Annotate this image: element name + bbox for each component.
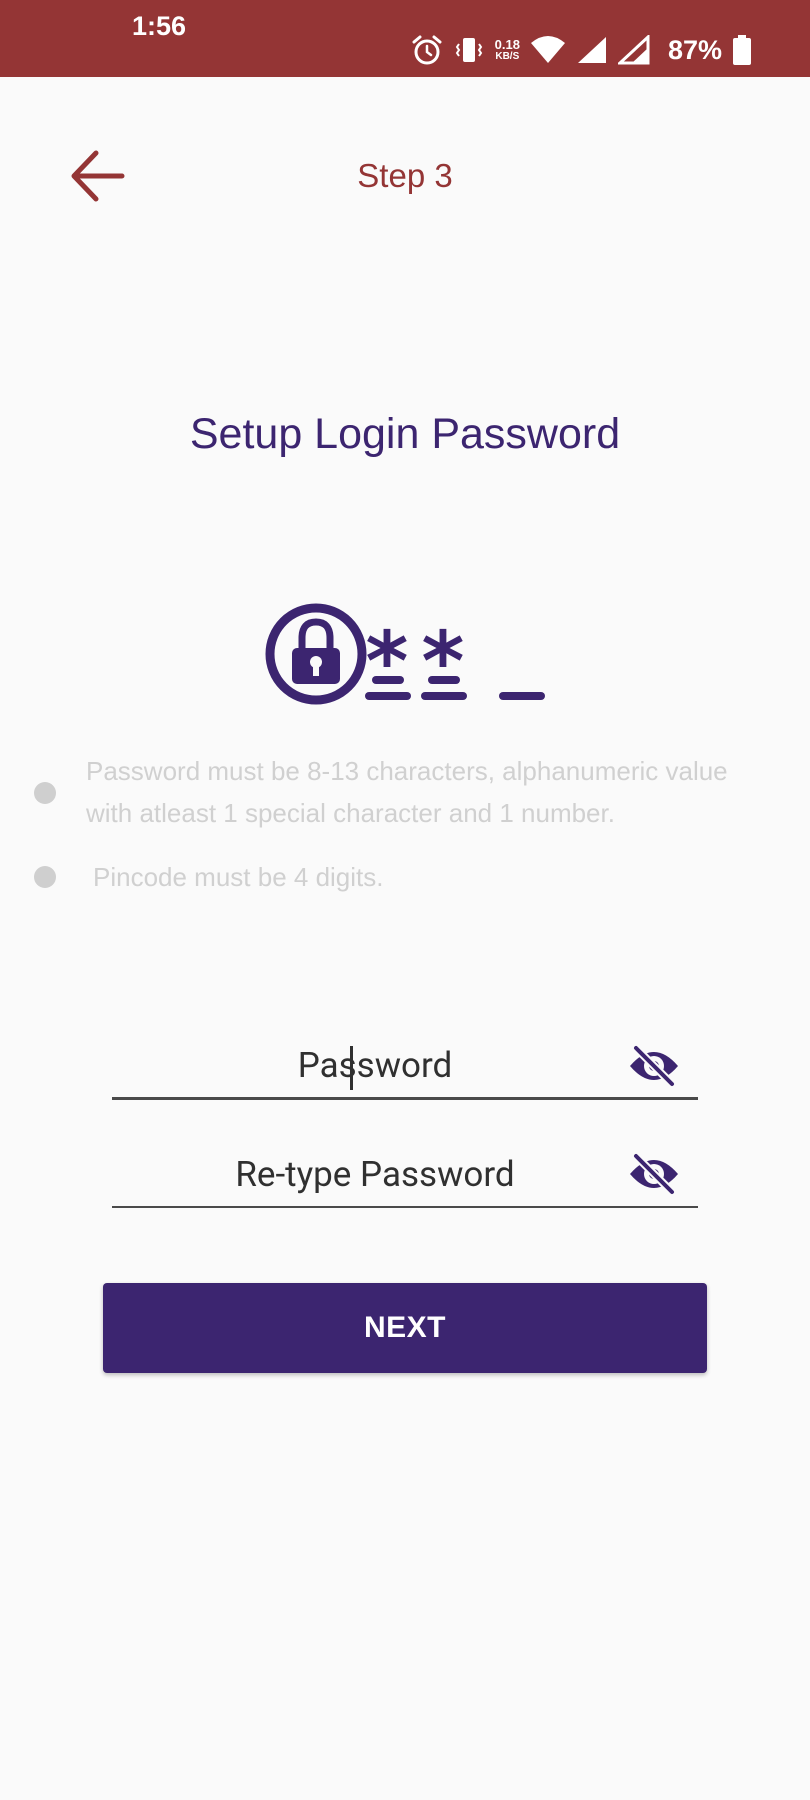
- retype-password-input[interactable]: [112, 1142, 698, 1208]
- rule-item: Password must be 8-13 characters, alphan…: [34, 750, 774, 834]
- rule-text: Pincode must be 4 digits.: [93, 862, 384, 892]
- signal-icon: [617, 35, 650, 65]
- password-rules: Password must be 8-13 characters, alphan…: [34, 750, 774, 898]
- network-speed-unit: KB/S: [495, 51, 520, 62]
- password-illustration: * *: [262, 600, 552, 710]
- wifi-icon: [530, 36, 565, 63]
- page-title: Setup Login Password: [189, 410, 621, 458]
- eye-off-icon: [630, 1152, 678, 1196]
- eye-off-icon: [630, 1044, 678, 1088]
- step-title: Step 3: [357, 157, 453, 194]
- toggle-password-visibility-button[interactable]: [628, 1044, 680, 1088]
- bullet-icon: [34, 866, 56, 888]
- asterisk-icon: *: [365, 615, 411, 710]
- network-speed: 0.18 KB/S: [495, 38, 520, 62]
- signal-icon: [577, 37, 606, 63]
- rule-item: Pincode must be 4 digits.: [34, 856, 774, 898]
- bullet-icon: [34, 782, 56, 804]
- toggle-retype-visibility-button[interactable]: [628, 1152, 680, 1196]
- status-time: 1:56: [132, 11, 187, 41]
- network-speed-value: 0.18: [494, 37, 520, 52]
- underscore-icon: [499, 692, 545, 700]
- battery-icon: [733, 35, 751, 65]
- alarm-icon: [412, 35, 442, 65]
- password-input[interactable]: [112, 1034, 698, 1100]
- battery-percentage: 87%: [667, 34, 722, 65]
- asterisk-icon: *: [421, 615, 467, 710]
- rule-text: Password must be 8-13 characters, alphan…: [86, 756, 728, 828]
- next-button[interactable]: NEXT: [103, 1283, 707, 1373]
- text-cursor: [350, 1046, 353, 1090]
- status-bar: 1:56 0.18 KB/S 87%: [0, 0, 810, 77]
- lock-icon: [265, 603, 367, 705]
- retype-password-field-container: [112, 1142, 698, 1212]
- vibrate-icon: [455, 38, 482, 62]
- status-icons: 0.18 KB/S 87%: [411, 30, 752, 70]
- password-field-container: [112, 1034, 698, 1104]
